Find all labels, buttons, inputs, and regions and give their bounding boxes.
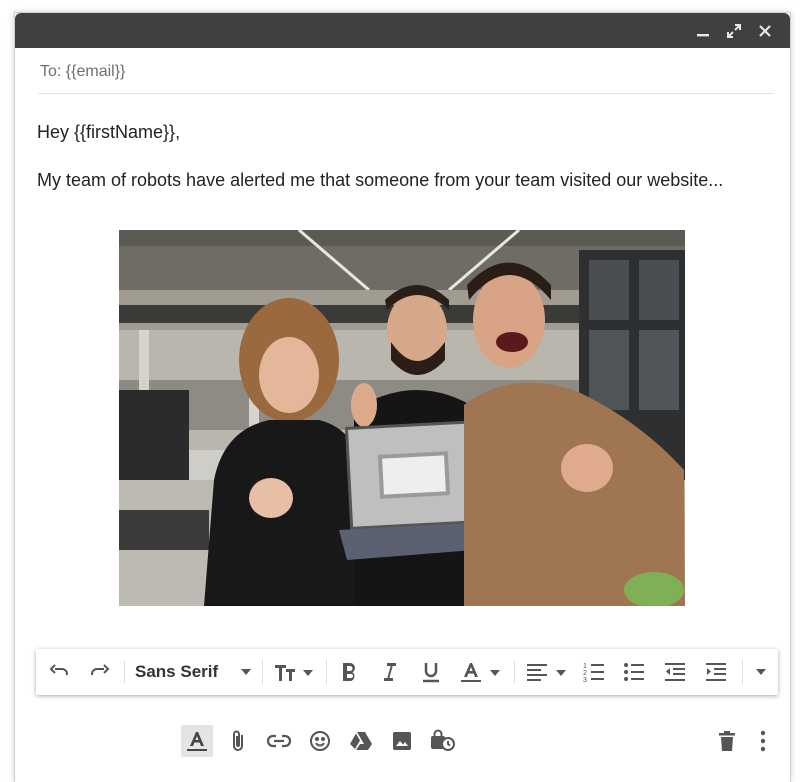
message-line: My team of robots have alerted me that s… bbox=[37, 170, 724, 190]
svg-text:1: 1 bbox=[583, 663, 587, 670]
text-color-button[interactable] bbox=[456, 649, 506, 695]
underline-button[interactable] bbox=[416, 649, 446, 695]
recipient-text: To: {{email}} bbox=[40, 63, 126, 80]
compose-window: To: {{email}} Hey {{firstName}}, My team… bbox=[14, 12, 791, 782]
italic-button[interactable] bbox=[374, 649, 404, 695]
bulleted-list-icon bbox=[622, 660, 646, 684]
confidential-mode-icon bbox=[429, 728, 457, 754]
toolbar-separator bbox=[742, 660, 743, 684]
indent-more-icon bbox=[704, 660, 728, 684]
toolbar-separator bbox=[262, 660, 263, 684]
more-formatting-icon bbox=[755, 668, 767, 676]
drive-button[interactable] bbox=[345, 725, 377, 757]
emoji-button[interactable] bbox=[304, 725, 336, 757]
photo-icon bbox=[390, 729, 414, 753]
greeting-text: Hey {{firstName}}, bbox=[37, 122, 181, 142]
toolbar-separator bbox=[514, 660, 515, 684]
align-button[interactable] bbox=[522, 649, 572, 695]
toolbar-separator bbox=[124, 660, 125, 684]
close-button[interactable] bbox=[754, 20, 776, 42]
formatting-toolbar: Sans Serif 1 2 3 bbox=[36, 649, 778, 695]
more-options-icon bbox=[759, 730, 767, 752]
recipient-field[interactable]: To: {{email}} bbox=[38, 57, 774, 94]
font-dropdown-icon bbox=[240, 668, 252, 676]
svg-text:2: 2 bbox=[583, 670, 587, 677]
redo-icon bbox=[88, 660, 112, 684]
formatting-options-button[interactable] bbox=[181, 725, 213, 757]
minimize-icon bbox=[696, 24, 710, 38]
confidential-mode-button[interactable] bbox=[427, 725, 459, 757]
team-photo bbox=[119, 230, 685, 606]
undo-button[interactable] bbox=[44, 649, 74, 695]
more-formatting-button[interactable] bbox=[750, 649, 772, 695]
bold-button[interactable] bbox=[334, 649, 364, 695]
text-size-button[interactable] bbox=[269, 649, 319, 695]
align-icon bbox=[525, 660, 569, 684]
numbered-list-icon: 123 bbox=[582, 660, 606, 684]
discard-draft-button[interactable] bbox=[711, 725, 743, 757]
font-family-label: Sans Serif bbox=[135, 662, 219, 681]
discard-icon bbox=[716, 729, 738, 753]
drive-icon bbox=[349, 729, 373, 753]
indent-less-icon bbox=[663, 660, 687, 684]
indent-more-button[interactable] bbox=[701, 649, 731, 695]
minimize-button[interactable] bbox=[692, 20, 714, 42]
close-icon bbox=[758, 24, 772, 38]
expand-icon bbox=[726, 23, 742, 39]
redo-button[interactable] bbox=[85, 649, 115, 695]
link-icon bbox=[266, 729, 292, 753]
more-options-button[interactable] bbox=[747, 725, 779, 757]
text-size-icon bbox=[272, 660, 316, 684]
undo-icon bbox=[47, 660, 71, 684]
italic-icon bbox=[379, 661, 399, 683]
attach-button[interactable] bbox=[222, 725, 254, 757]
emoji-icon bbox=[308, 729, 332, 753]
attach-icon bbox=[227, 729, 249, 753]
underline-icon bbox=[420, 660, 442, 684]
font-family-dropdown[interactable]: Sans Serif bbox=[130, 649, 258, 695]
bulleted-list-button[interactable] bbox=[619, 649, 649, 695]
numbered-list-button[interactable]: 123 bbox=[579, 649, 609, 695]
indent-less-button[interactable] bbox=[660, 649, 690, 695]
insert-link-button[interactable] bbox=[263, 725, 295, 757]
text-color-icon bbox=[459, 660, 503, 684]
formatting-options-icon bbox=[186, 729, 208, 753]
expand-button[interactable] bbox=[723, 20, 745, 42]
insert-photo-button[interactable] bbox=[386, 725, 418, 757]
svg-text:3: 3 bbox=[583, 677, 587, 684]
toolbar-separator bbox=[326, 660, 327, 684]
bold-icon bbox=[339, 661, 359, 683]
compose-titlebar bbox=[15, 13, 790, 48]
